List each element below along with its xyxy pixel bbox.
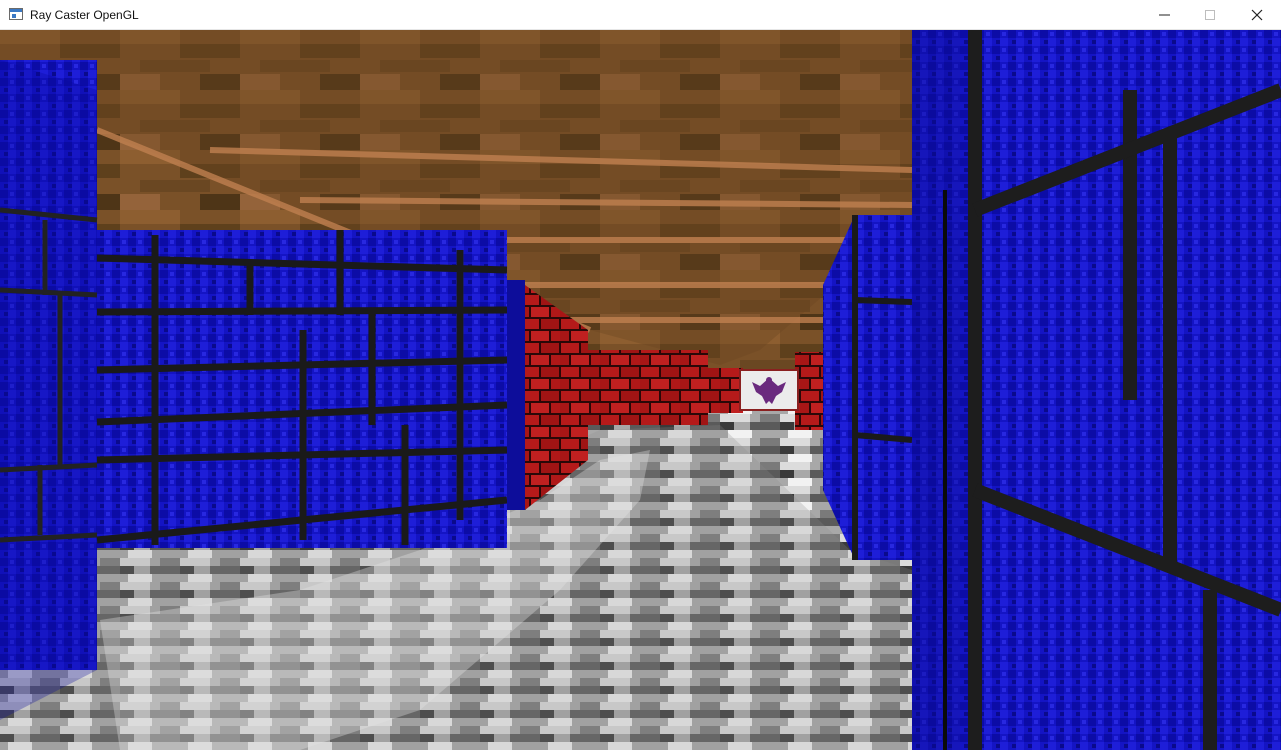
- game-viewport[interactable]: [0, 30, 1281, 750]
- game-window: Ray Caster OpenGL: [0, 0, 1281, 750]
- minimize-icon: [1159, 14, 1170, 16]
- right-blue-wall: [823, 215, 912, 560]
- maximize-button[interactable]: [1188, 0, 1234, 30]
- window-title: Ray Caster OpenGL: [30, 8, 139, 22]
- close-icon: [1251, 9, 1263, 21]
- raycast-scene: [0, 30, 1281, 750]
- eagle-banner: [739, 369, 799, 411]
- title-bar[interactable]: Ray Caster OpenGL: [0, 0, 1281, 30]
- window-app-icon[interactable]: [9, 8, 23, 20]
- left-blue-wall-edge: [507, 280, 525, 510]
- right-near-wall: [912, 30, 1281, 750]
- right-brick-wall: [795, 352, 827, 430]
- far-brick-wall-inner: [703, 368, 743, 413]
- close-button[interactable]: [1234, 0, 1280, 30]
- minimize-button[interactable]: [1142, 0, 1188, 30]
- far-brick-wall: [588, 350, 708, 425]
- maximize-icon: [1205, 10, 1215, 20]
